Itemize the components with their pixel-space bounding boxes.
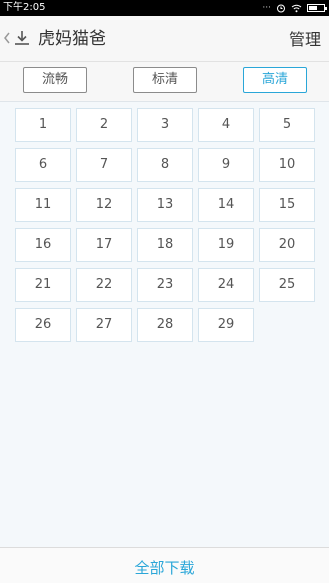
episode-button[interactable]: 13 — [137, 188, 193, 222]
episode-button[interactable]: 3 — [137, 108, 193, 142]
episode-button[interactable]: 20 — [259, 228, 315, 262]
download-icon — [15, 31, 29, 45]
episode-button[interactable]: 26 — [15, 308, 71, 342]
episode-button[interactable]: 16 — [15, 228, 71, 262]
wifi-icon — [291, 4, 302, 12]
status-bar: 下午2:05 ··· — [0, 0, 329, 16]
header: 虎妈猫爸 管理 — [0, 16, 329, 62]
page-title: 虎妈猫爸 — [38, 29, 106, 49]
episode-button[interactable]: 6 — [15, 148, 71, 182]
episode-button[interactable]: 12 — [76, 188, 132, 222]
footer: 全部下载 — [0, 547, 329, 583]
download-all-button[interactable]: 全部下载 — [0, 558, 329, 578]
episode-button[interactable]: 22 — [76, 268, 132, 302]
quality-selector: 流畅 标清 高清 — [0, 62, 329, 102]
episode-button[interactable]: 11 — [15, 188, 71, 222]
episode-button[interactable]: 18 — [137, 228, 193, 262]
episode-button[interactable]: 4 — [198, 108, 254, 142]
episode-button[interactable]: 8 — [137, 148, 193, 182]
alarm-icon — [277, 4, 285, 13]
battery-icon — [307, 4, 327, 12]
episode-button[interactable]: 19 — [198, 228, 254, 262]
episode-button[interactable]: 27 — [76, 308, 132, 342]
episode-button[interactable]: 29 — [198, 308, 254, 342]
episode-button[interactable]: 17 — [76, 228, 132, 262]
episode-button[interactable]: 25 — [259, 268, 315, 302]
episode-button[interactable]: 14 — [198, 188, 254, 222]
episode-button[interactable]: 28 — [137, 308, 193, 342]
status-icons: ··· — [262, 0, 327, 16]
episode-button[interactable]: 21 — [15, 268, 71, 302]
episode-button[interactable]: 15 — [259, 188, 315, 222]
quality-smooth-button[interactable]: 流畅 — [23, 67, 87, 93]
episode-button[interactable]: 7 — [76, 148, 132, 182]
manage-button[interactable]: 管理 — [289, 29, 321, 51]
status-time: 下午2:05 — [3, 2, 46, 13]
back-chevron-icon[interactable] — [2, 28, 12, 48]
notification-dots-icon: ··· — [262, 3, 271, 13]
episode-button[interactable]: 2 — [76, 108, 132, 142]
episode-button[interactable]: 1 — [15, 108, 71, 142]
episode-button[interactable]: 23 — [137, 268, 193, 302]
episode-button[interactable]: 9 — [198, 148, 254, 182]
quality-standard-button[interactable]: 标清 — [133, 67, 197, 93]
episode-button[interactable]: 24 — [198, 268, 254, 302]
episode-button[interactable]: 5 — [259, 108, 315, 142]
quality-hd-button[interactable]: 高清 — [243, 67, 307, 93]
episode-button[interactable]: 10 — [259, 148, 315, 182]
